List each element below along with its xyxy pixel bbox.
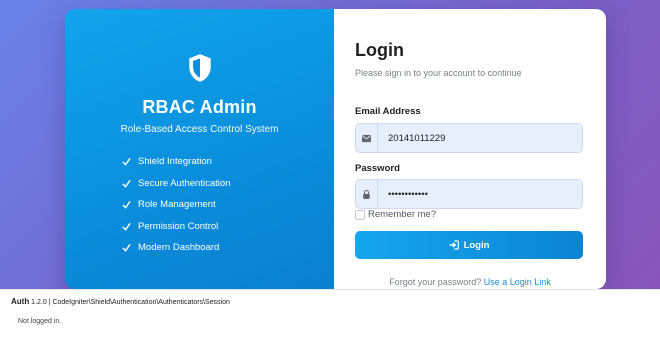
feature-item: Permission Control bbox=[122, 216, 230, 238]
password-field bbox=[355, 179, 583, 209]
login-card: RBAC Admin Role-Based Access Control Sys… bbox=[65, 9, 606, 289]
remember-me[interactable]: Remember me? bbox=[355, 209, 436, 220]
feature-label: Shield Integration bbox=[138, 156, 212, 168]
feature-item: Modern Dashboard bbox=[122, 237, 230, 259]
password-input[interactable] bbox=[378, 180, 582, 208]
login-subheading: Please sign in to your account to contin… bbox=[355, 68, 522, 78]
login-button[interactable]: Login bbox=[355, 231, 583, 259]
login-panel: Login Please sign in to your account to … bbox=[334, 9, 606, 289]
feature-item: Role Management bbox=[122, 194, 230, 216]
feature-item: Secure Authentication bbox=[122, 173, 230, 195]
email-input[interactable] bbox=[378, 124, 582, 152]
debug-header: Auth 1.2.0 | CodeIgniter\Shield\Authenti… bbox=[11, 297, 230, 306]
debug-status: Not logged in. bbox=[18, 318, 62, 325]
email-field bbox=[355, 123, 583, 153]
login-heading: Login bbox=[355, 40, 404, 60]
login-link[interactable]: Use a Login Link bbox=[484, 277, 551, 287]
debug-name: Auth bbox=[11, 297, 30, 306]
lock-icon bbox=[356, 180, 378, 208]
envelope-icon bbox=[356, 124, 378, 152]
sign-in-icon bbox=[449, 240, 459, 250]
forgot-password: Forgot your password? Use a Login Link bbox=[334, 277, 606, 287]
feature-label: Secure Authentication bbox=[138, 177, 231, 189]
debug-toolbar: Auth 1.2.0 | CodeIgniter\Shield\Authenti… bbox=[0, 289, 660, 338]
feature-label: Permission Control bbox=[138, 220, 219, 232]
password-label: Password bbox=[355, 163, 400, 174]
email-label: Email Address bbox=[355, 106, 421, 117]
check-icon bbox=[122, 201, 131, 210]
feature-label: Role Management bbox=[138, 199, 216, 211]
shield-icon bbox=[189, 54, 211, 82]
brand-title: RBAC Admin bbox=[142, 97, 257, 117]
forgot-text: Forgot your password? bbox=[389, 277, 482, 287]
check-icon bbox=[122, 158, 131, 167]
remember-label: Remember me? bbox=[368, 209, 437, 220]
feature-list: Shield Integration Secure Authentication… bbox=[122, 151, 230, 259]
check-icon bbox=[122, 244, 131, 253]
feature-item: Shield Integration bbox=[122, 151, 230, 173]
feature-label: Modern Dashboard bbox=[138, 242, 220, 254]
check-icon bbox=[122, 222, 131, 231]
brand-subtitle: Role-Based Access Control System bbox=[120, 124, 279, 135]
brand-panel: RBAC Admin Role-Based Access Control Sys… bbox=[65, 9, 334, 289]
debug-details: 1.2.0 | CodeIgniter\Shield\Authenticatio… bbox=[31, 299, 230, 306]
remember-checkbox[interactable] bbox=[355, 209, 365, 220]
check-icon bbox=[122, 179, 131, 188]
login-button-label: Login bbox=[463, 239, 490, 251]
